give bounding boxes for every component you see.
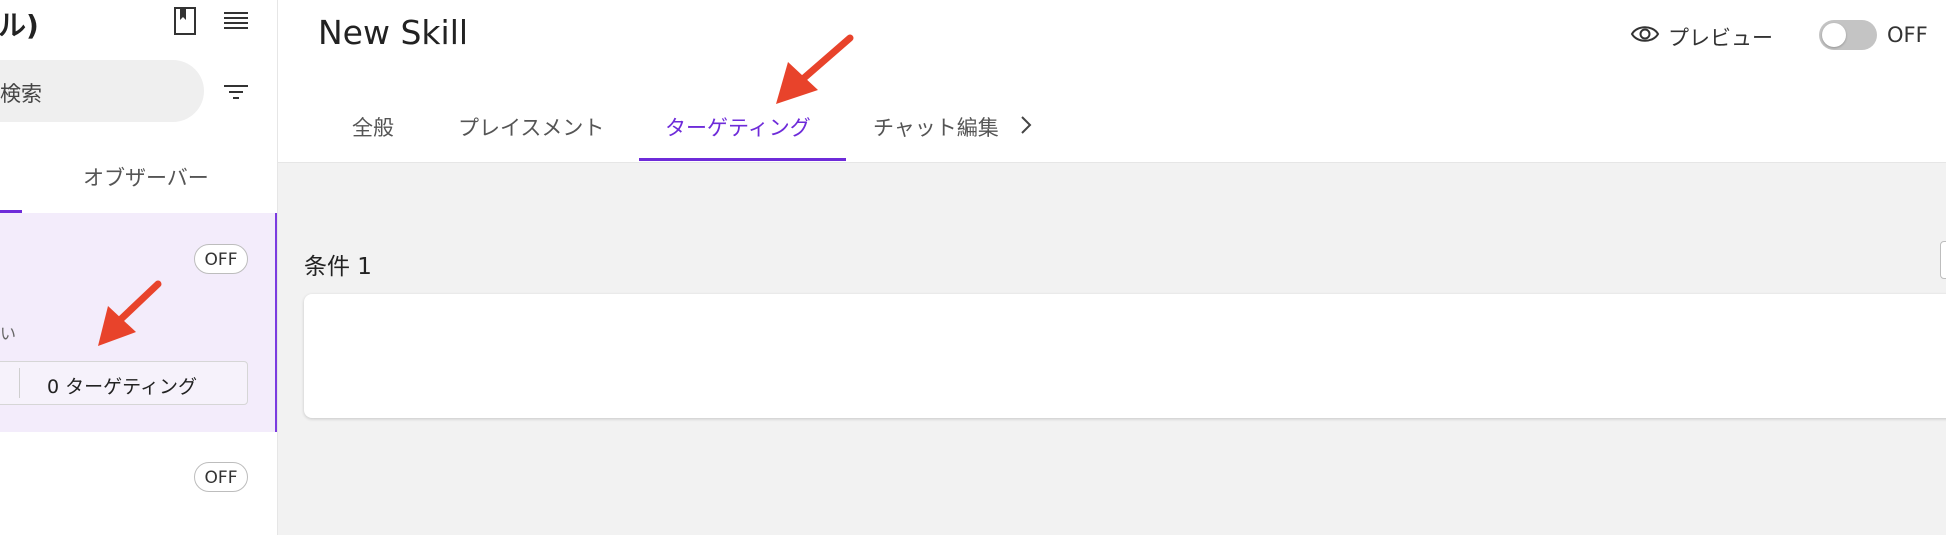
tab-chat-edit[interactable]: チャット編集 (873, 112, 999, 142)
sidebar: ル) 検索 オブザーバー OFF い 0 ターゲティング OFF (0, 0, 278, 535)
preview-toggle[interactable] (1819, 20, 1877, 50)
status-badge: OFF (194, 244, 248, 274)
tab-placement[interactable]: プレイスメント (458, 112, 604, 142)
chevron-right-icon[interactable] (1018, 113, 1034, 137)
page-title: New Skill (318, 13, 469, 52)
condition-label: 条件 1 (304, 254, 372, 280)
tab-observer[interactable]: オブザーバー (83, 162, 209, 192)
annotation-arrow (98, 280, 162, 346)
condition-card[interactable] (304, 294, 1946, 418)
header: New Skill プレビュー OFF 全般 プレイスメント ターゲティング チ… (278, 0, 1946, 163)
card-text: い (0, 324, 17, 343)
targeting-count-label: 0 ターゲティング (47, 376, 197, 398)
filter-icon[interactable] (222, 80, 250, 104)
status-badge: OFF (194, 462, 248, 492)
targeting-content: 条件 1 (278, 163, 1946, 535)
sidebar-title: ル) (0, 9, 39, 42)
targeting-count-button[interactable]: 0 ターゲティング (0, 361, 248, 405)
search-input[interactable]: 検索 (0, 60, 204, 122)
main-panel: New Skill プレビュー OFF 全般 プレイスメント ターゲティング チ… (278, 0, 1946, 535)
annotation-arrow (776, 34, 854, 104)
active-tab-indicator (639, 158, 846, 161)
list-icon[interactable] (221, 6, 251, 36)
toggle-label: OFF (1887, 23, 1928, 47)
condition-action-button[interactable] (1940, 241, 1946, 279)
tab-targeting[interactable]: ターゲティング (665, 112, 811, 142)
divider (19, 368, 20, 398)
preview-label: プレビュー (1668, 26, 1773, 50)
search-placeholder: 検索 (0, 82, 42, 106)
bookmark-icon[interactable] (170, 6, 200, 36)
tab-general[interactable]: 全般 (352, 112, 394, 142)
eye-icon (1630, 26, 1660, 42)
toggle-knob (1822, 23, 1846, 47)
